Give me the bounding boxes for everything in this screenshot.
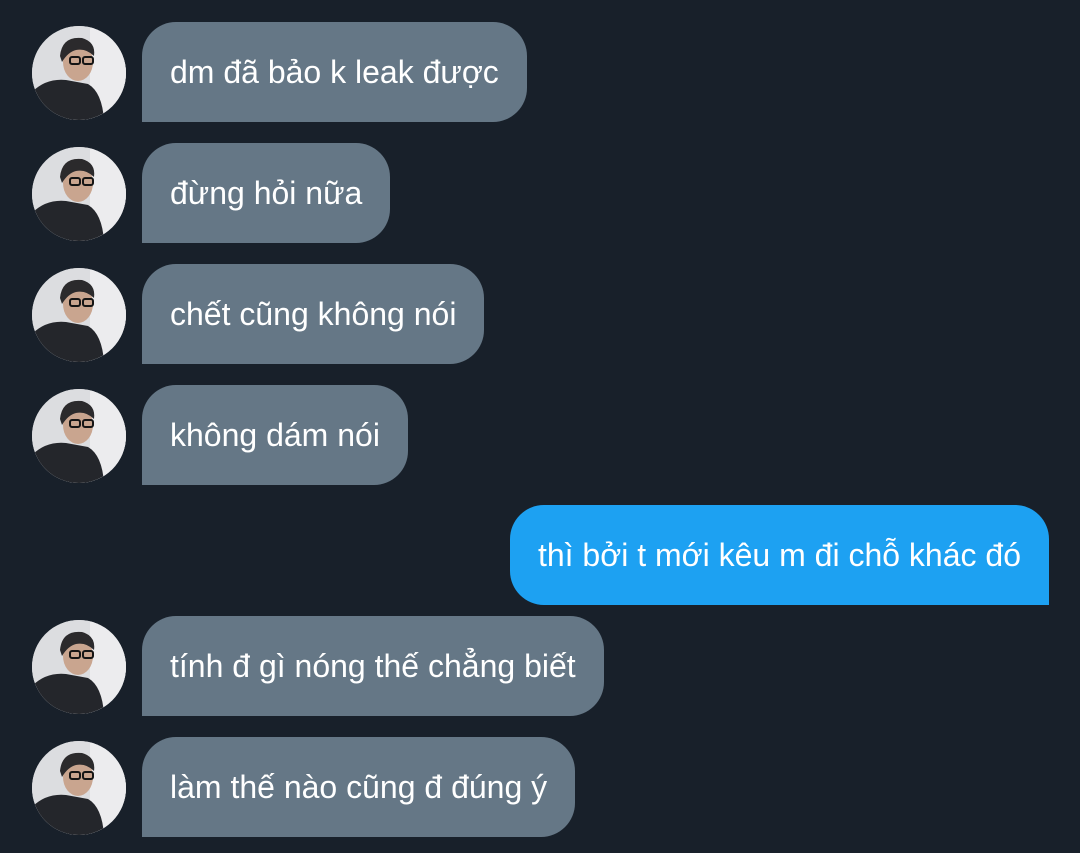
contact-avatar[interactable] — [32, 26, 126, 120]
message-row-incoming: làm thế nào cũng đ đúng ý — [0, 737, 1080, 837]
message-row-incoming: dm đã bảo k leak được — [0, 22, 1080, 122]
message-bubble-incoming[interactable]: đừng hỏi nữa — [142, 143, 391, 243]
message-row-incoming: đừng hỏi nữa — [0, 143, 1080, 243]
message-bubble-outgoing[interactable]: thì bởi t mới kêu m đi chỗ khác đó — [509, 505, 1049, 605]
contact-avatar[interactable] — [32, 741, 126, 835]
message-text: đừng hỏi nữa — [170, 174, 363, 211]
message-text: dm đã bảo k leak được — [170, 53, 499, 90]
contact-avatar[interactable] — [32, 389, 126, 483]
contact-avatar[interactable] — [32, 268, 126, 362]
message-row-incoming: không dám nói — [0, 385, 1080, 485]
message-text: không dám nói — [170, 416, 380, 453]
message-row-incoming: chết cũng không nói — [0, 264, 1080, 364]
message-bubble-incoming[interactable]: chết cũng không nói — [142, 264, 485, 364]
message-bubble-incoming[interactable]: làm thế nào cũng đ đúng ý — [142, 737, 576, 837]
message-row-incoming: tính đ gì nóng thế chẳng biết — [0, 616, 1080, 716]
message-text: thì bởi t mới kêu m đi chỗ khác đó — [537, 536, 1021, 573]
message-text: tính đ gì nóng thế chẳng biết — [170, 647, 576, 684]
message-row-outgoing: thì bởi t mới kêu m đi chỗ khác đó — [0, 505, 1080, 605]
message-bubble-incoming[interactable]: dm đã bảo k leak được — [142, 22, 527, 122]
message-text: chết cũng không nói — [170, 295, 457, 332]
message-bubble-incoming[interactable]: tính đ gì nóng thế chẳng biết — [142, 616, 604, 716]
message-bubble-incoming[interactable]: không dám nói — [142, 385, 408, 485]
contact-avatar[interactable] — [32, 620, 126, 714]
message-text: làm thế nào cũng đ đúng ý — [170, 768, 548, 805]
contact-avatar[interactable] — [32, 147, 126, 241]
